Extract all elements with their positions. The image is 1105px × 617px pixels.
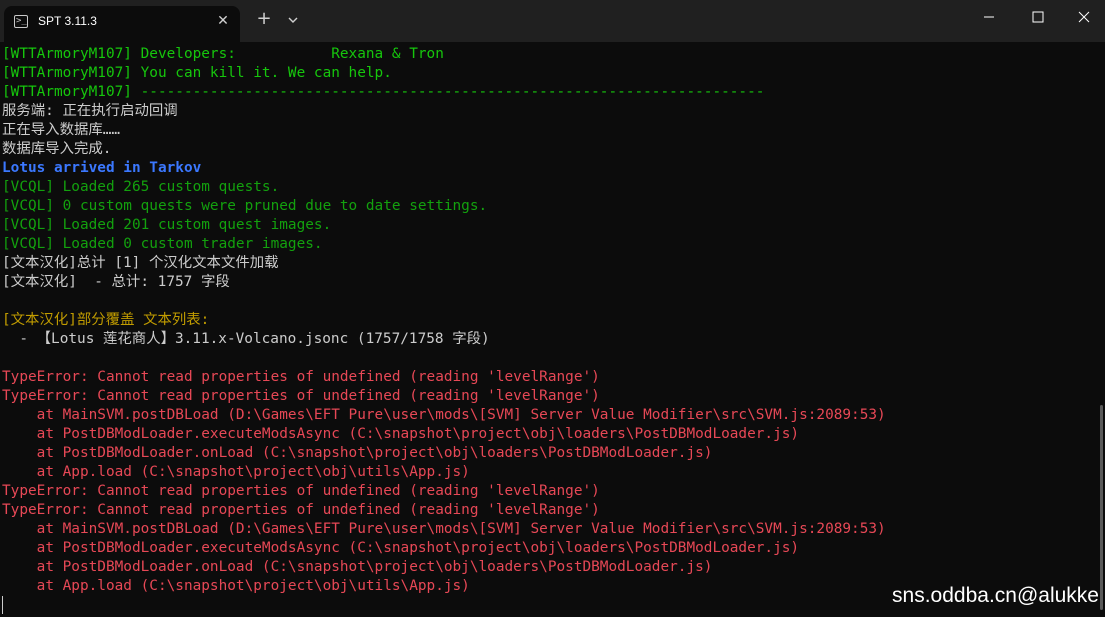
watermark: sns.oddba.cn@alukke xyxy=(892,584,1099,607)
chevron-down-icon[interactable] xyxy=(284,11,302,29)
maximize-button[interactable] xyxy=(1015,0,1061,36)
terminal-tab[interactable]: >_ SPT 3.11.3 ✕ xyxy=(4,6,240,42)
terminal-line: TypeError: Cannot read properties of und… xyxy=(2,388,600,404)
terminal-line: - 【Lotus 莲花商人】3.11.x-Volcano.jsonc (1757… xyxy=(2,331,490,347)
terminal-line: [VCQL] Loaded 0 custom trader images. xyxy=(2,236,323,252)
terminal-line: [VCQL] Loaded 265 custom quests. xyxy=(2,179,280,195)
terminal-line: [文本汉化]部分覆盖 文本列表: xyxy=(2,312,210,328)
tab-title: SPT 3.11.3 xyxy=(38,14,97,28)
terminal-line: Lotus arrived in Tarkov xyxy=(2,160,202,176)
terminal-line: [WTTArmoryM107] ------------------------… xyxy=(2,84,765,100)
terminal-line: [WTTArmoryM107] You can kill it. We can … xyxy=(2,65,392,81)
terminal-line: [WTTArmoryM107] Developers: Rexana & Tro… xyxy=(2,46,444,62)
minimize-button[interactable] xyxy=(966,0,1012,36)
close-window-button[interactable] xyxy=(1061,0,1105,36)
terminal-line: TypeError: Cannot read properties of und… xyxy=(2,502,600,518)
tab-close-button[interactable]: ✕ xyxy=(214,13,232,29)
title-bar: >_ SPT 3.11.3 ✕ + xyxy=(0,0,1105,42)
terminal-icon: >_ xyxy=(14,15,28,28)
terminal-line: 正在导入数据库…… xyxy=(2,122,121,138)
terminal-line: at App.load (C:\snapshot\project\obj\uti… xyxy=(2,464,470,480)
new-tab-button[interactable]: + xyxy=(254,9,274,29)
scrollbar[interactable] xyxy=(1100,405,1103,610)
terminal-line: [VCQL] 0 custom quests were pruned due t… xyxy=(2,198,488,214)
terminal-line: at MainSVM.postDBLoad (D:\Games\EFT Pure… xyxy=(2,407,886,423)
terminal-line: at PostDBModLoader.onLoad (C:\snapshot\p… xyxy=(2,559,713,575)
terminal-line: at PostDBModLoader.onLoad (C:\snapshot\p… xyxy=(2,445,713,461)
terminal-line: at PostDBModLoader.executeModsAsync (C:\… xyxy=(2,540,800,556)
terminal-output[interactable]: [WTTArmoryM107] Developers: Rexana & Tro… xyxy=(2,45,886,596)
terminal-line: at MainSVM.postDBLoad (D:\Games\EFT Pure… xyxy=(2,521,886,537)
terminal-line: [文本汉化] - 总计: 1757 字段 xyxy=(2,274,230,290)
terminal-line: TypeError: Cannot read properties of und… xyxy=(2,369,600,385)
terminal-line: TypeError: Cannot read properties of und… xyxy=(2,483,600,499)
terminal-line: 数据库导入完成. xyxy=(2,141,112,157)
terminal-line: at PostDBModLoader.executeModsAsync (C:\… xyxy=(2,426,800,442)
text-cursor xyxy=(2,596,3,614)
terminal-line: [文本汉化]总计 [1] 个汉化文本文件加载 xyxy=(2,255,279,271)
terminal-line: [VCQL] Loaded 201 custom quest images. xyxy=(2,217,332,233)
terminal-line: at App.load (C:\snapshot\project\obj\uti… xyxy=(2,578,470,594)
terminal-line: 服务端: 正在执行启动回调 xyxy=(2,103,178,119)
